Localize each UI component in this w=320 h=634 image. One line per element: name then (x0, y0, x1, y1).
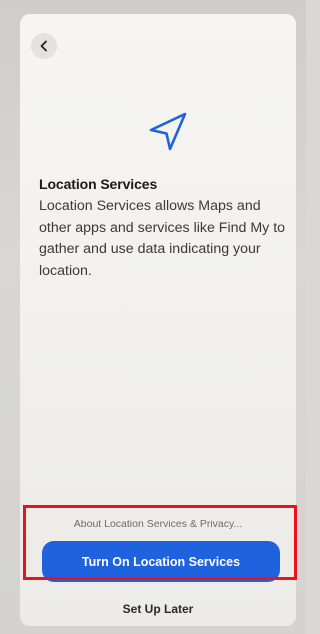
page-title: Location Services (39, 176, 158, 192)
back-button[interactable] (31, 33, 57, 59)
photo-frame: Location Services Location Services allo… (0, 0, 306, 634)
set-up-later-button[interactable]: Set Up Later (20, 602, 296, 616)
turn-on-location-button[interactable]: Turn On Location Services (42, 541, 280, 582)
chevron-left-icon (40, 40, 47, 52)
page-description: Location Services allows Maps and other … (39, 198, 286, 279)
location-arrow-icon (149, 112, 187, 151)
setup-screen: Location Services Location Services allo… (20, 14, 296, 626)
privacy-link[interactable]: About Location Services & Privacy... (20, 520, 296, 529)
